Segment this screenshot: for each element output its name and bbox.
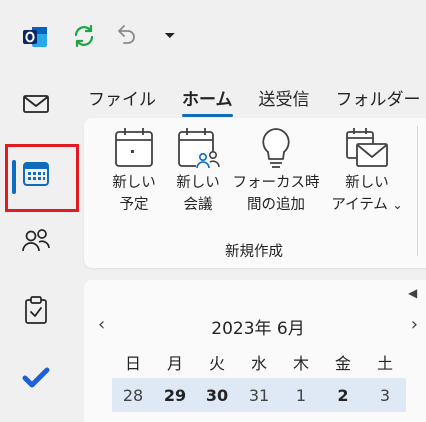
mini-calendar-panel: ◀ ‹ 2023年 6月 › 日 月 火 水 木 金 土 28 29 30 31… [84,280,426,422]
weekday-fri: 金 [334,354,351,373]
new-items-button[interactable]: 新しい アイテム ⌄ [324,126,410,216]
new-appointment-icon [115,128,153,167]
todo-check-icon [22,367,50,388]
rail-item-todo[interactable] [12,356,60,400]
new-meeting-label-2: 会議 [183,197,213,213]
tab-folder[interactable]: フォルダー [336,85,421,110]
calendar-day[interactable]: 3 [364,386,406,405]
new-items-label-1: 新しい [345,175,389,191]
customize-toolbar-icon[interactable]: ⏷ [156,22,184,50]
sync-icon[interactable] [70,22,98,50]
new-items-label-2-wrap: アイテム ⌄ [331,194,402,216]
rail-item-mail[interactable] [12,82,60,126]
tab-send-receive[interactable]: 送受信 [259,85,310,110]
collapse-pane-icon[interactable]: ◀ [408,286,417,300]
calendar-day[interactable]: 1 [280,386,322,405]
ribbon-tabs: ファイル ホーム 送受信 フォルダー [88,82,426,117]
navigation-rail [0,74,72,422]
chevron-down-icon: ⌄ [392,198,403,212]
customize-glyph: ⏷ [164,28,176,44]
add-focus-time-label-2: 間の追加 [247,197,305,213]
add-focus-time-button[interactable]: フォーカス時 間の追加 [228,126,324,216]
ribbon-panel: 新しい 予定 新しい 会議 フォーカス時 間の追加 新しい アイテム ⌄ 新規作… [84,118,426,268]
weekday-sun: 日 [124,354,141,373]
title-bar: ⏷ [0,0,426,74]
rail-item-calendar[interactable] [12,152,60,196]
calendar-day[interactable]: 2 [322,386,364,405]
rail-item-people[interactable] [12,218,60,262]
calendar-day[interactable]: 30 [196,386,238,405]
new-items-icon [346,128,388,167]
next-month-button[interactable]: › [411,314,418,335]
lightbulb-icon [262,128,290,168]
new-appointment-label-2: 予定 [119,197,149,213]
tab-file[interactable]: ファイル [88,85,156,110]
new-items-label-2: アイテム [331,197,388,213]
mail-icon [23,95,49,113]
mini-calendar-header: ‹ 2023年 6月 › [98,314,418,339]
selected-week-row: 28 29 30 31 1 2 3 [112,378,406,412]
people-icon [22,229,50,252]
weekday-wed: 水 [250,354,267,373]
weekday-tue: 火 [208,354,225,373]
calendar-day[interactable]: 29 [154,386,196,405]
add-focus-time-label-1: フォーカス時 [232,175,320,191]
weekday-sat: 土 [376,354,393,373]
outlook-logo[interactable] [22,24,48,50]
rail-item-tasks[interactable] [12,288,60,332]
new-appointment-label-1: 新しい [112,175,156,191]
tasks-icon [25,296,47,324]
weekday-mon: 月 [166,354,183,373]
new-meeting-button[interactable]: 新しい 会議 [162,126,234,216]
calendar-day[interactable]: 28 [112,386,154,405]
calendar-icon [23,162,49,186]
calendar-day[interactable]: 31 [238,386,280,405]
ribbon-separator [417,126,418,256]
ribbon-group-label: 新規作成 [225,244,283,260]
undo-icon[interactable] [112,22,140,50]
tab-home[interactable]: ホーム [182,85,233,117]
new-meeting-icon [178,128,222,170]
weekday-header: 日 月 火 水 木 金 土 [112,350,406,374]
new-meeting-label-1: 新しい [176,175,220,191]
month-label: 2023年 6月 [211,319,305,339]
weekday-thu: 木 [292,354,309,373]
